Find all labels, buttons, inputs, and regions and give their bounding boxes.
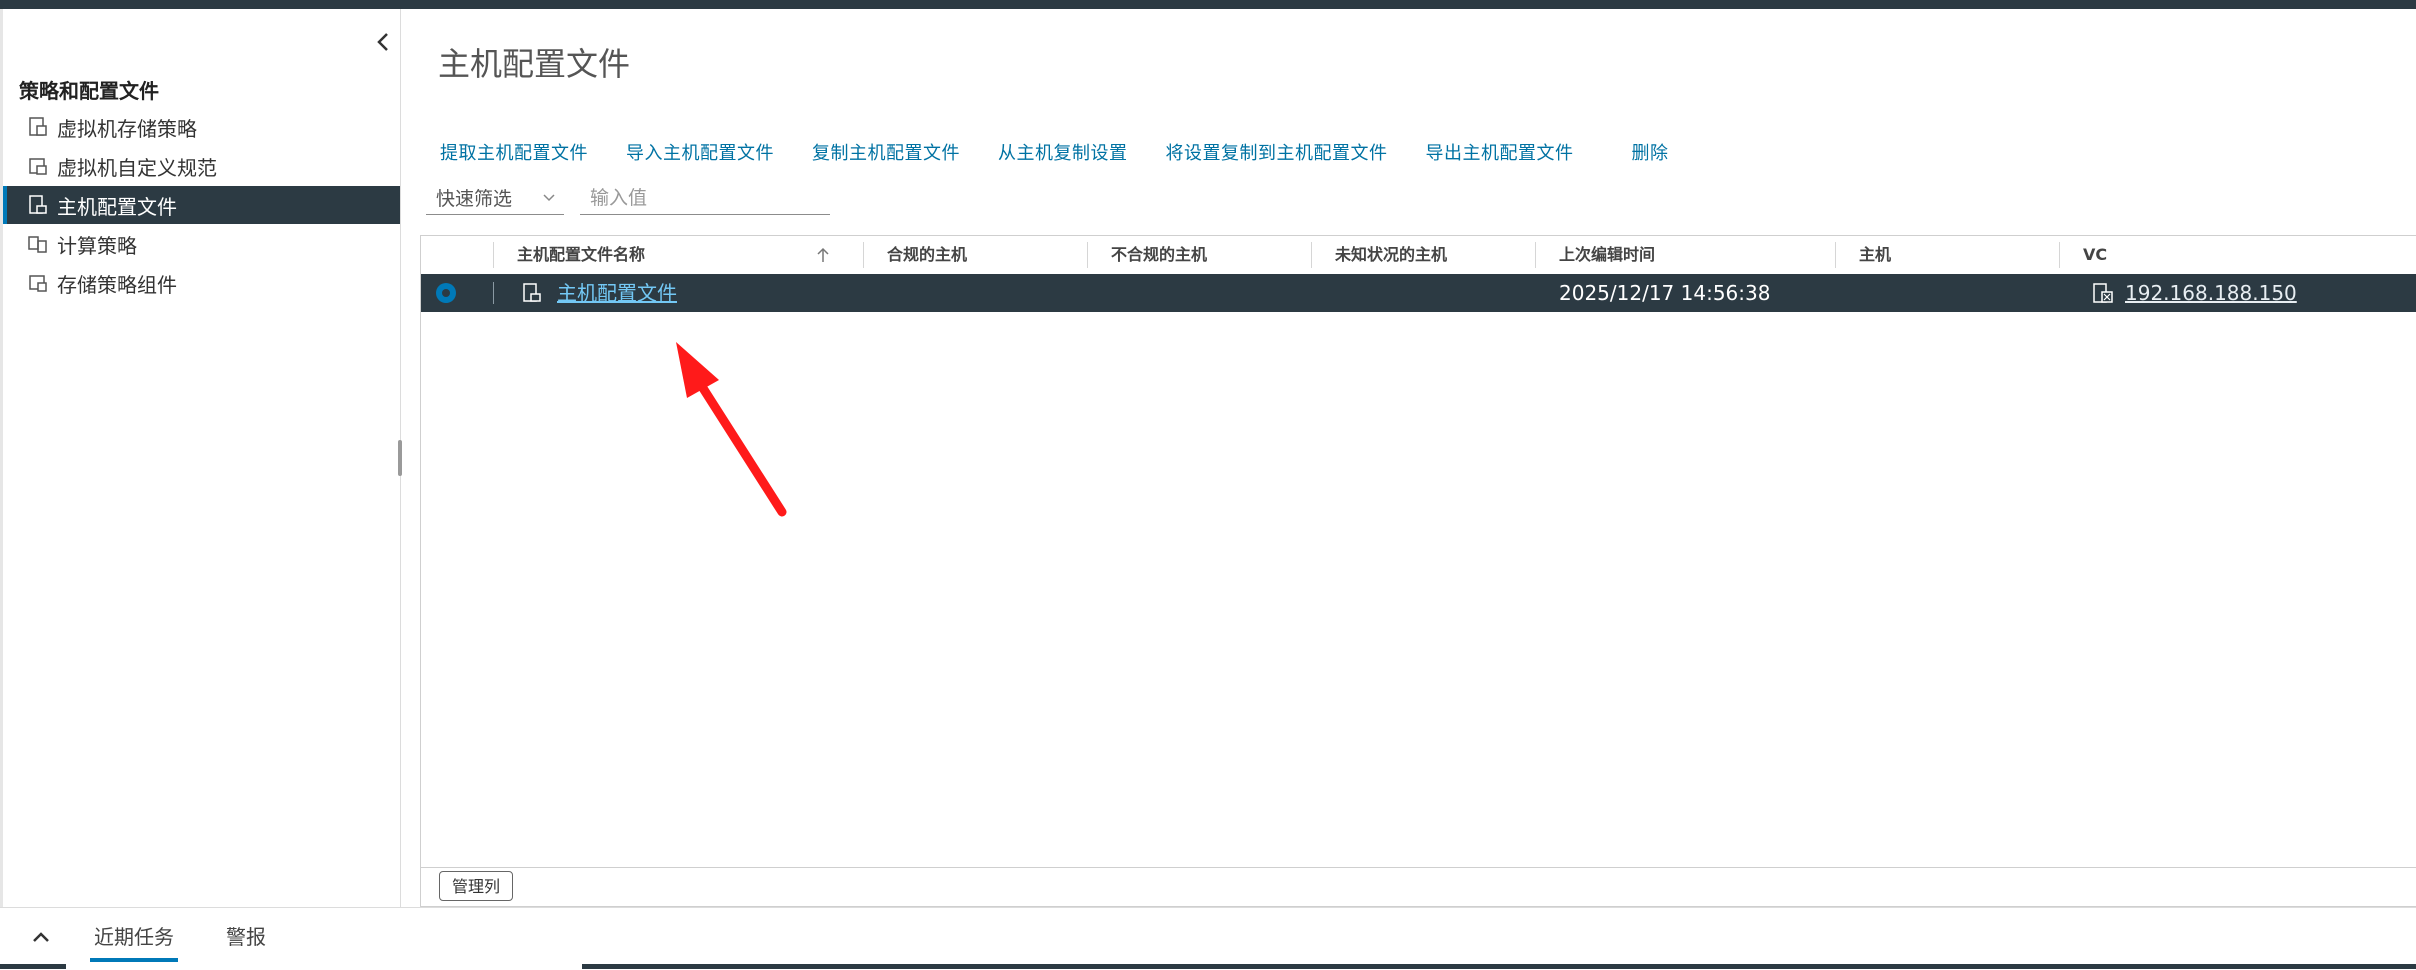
collapse-sidebar-button[interactable] [371,27,395,57]
main-content: 主机配置文件 提取主机配置文件 导入主机配置文件 复制主机配置文件 从主机复制设… [402,9,2416,907]
host-profiles-table: 主机配置文件名称 合规的主机 不合规的主机 未知状况的主机 上次编辑时间 主机 … [420,235,2416,907]
compute-policy-icon [28,236,47,253]
bottom-tasks-bar: 近期任务 警报 [0,907,2416,970]
filter-bar: 快速筛选 [426,181,830,215]
chevron-down-icon [543,193,555,201]
sort-ascending-icon[interactable] [815,246,831,264]
customization-spec-icon [29,158,47,175]
copy-settings-from-host-button[interactable]: 从主机复制设置 [998,139,1128,165]
storage-policy-icon [29,117,47,136]
column-header-hosts[interactable]: 主机 [1835,236,2059,274]
sidebar-item-label: 计算策略 [57,233,137,258]
bottom-edge-bar [582,964,2416,969]
host-profile-icon [29,195,47,214]
extract-host-profile-button[interactable]: 提取主机配置文件 [440,139,588,165]
quick-filter-select[interactable]: 快速筛选 [426,181,564,215]
sidebar-section-title: 策略和配置文件 [19,79,159,103]
sidebar-item-vm-storage-policies[interactable]: 虚拟机存储策略 [3,108,400,146]
sidebar-item-label: 虚拟机存储策略 [57,116,197,141]
tab-recent-tasks[interactable]: 近期任务 [90,922,178,962]
sidebar-item-label: 主机配置文件 [57,194,177,219]
manage-columns-button[interactable]: 管理列 [439,871,514,901]
column-header-name[interactable]: 主机配置文件名称 [493,236,863,274]
table-header: 主机配置文件名称 合规的主机 不合规的主机 未知状况的主机 上次编辑时间 主机 … [421,236,2416,275]
row-select-radio[interactable] [435,282,457,304]
sidebar-item-storage-policy-components[interactable]: 存储策略组件 [3,264,400,302]
last-edited-cell: 2025/12/17 14:56:38 [1559,281,1771,305]
sidebar: 策略和配置文件 虚拟机存储策略 虚拟机自定义规范 主机配置文件 计算策略 存储策… [0,9,401,907]
sidebar-item-label: 存储策略组件 [57,272,177,297]
sidebar-item-host-profiles[interactable]: 主机配置文件 [3,186,400,224]
column-header-noncompliant-hosts[interactable]: 不合规的主机 [1087,236,1311,274]
table-footer: 管理列 [421,867,2416,906]
table-row[interactable]: 主机配置文件 2025/12/17 14:56:38 192.168.188.1… [421,274,2416,312]
column-header-last-edited[interactable]: 上次编辑时间 [1535,236,1835,274]
copy-settings-to-profile-button[interactable]: 将设置复制到主机配置文件 [1166,139,1388,165]
vc-link[interactable]: 192.168.188.150 [2125,274,2297,312]
quick-filter-value: 快速筛选 [436,188,513,210]
tab-alarms[interactable]: 警报 [226,922,266,962]
import-host-profile-button[interactable]: 导入主机配置文件 [626,139,774,165]
sidebar-item-compute-policies[interactable]: 计算策略 [3,225,400,263]
host-profile-name-link[interactable]: 主机配置文件 [557,274,677,312]
export-host-profile-button[interactable]: 导出主机配置文件 [1426,139,1574,165]
sidebar-item-label: 虚拟机自定义规范 [57,155,217,180]
chevron-left-icon [377,33,388,51]
column-header-unknown-hosts[interactable]: 未知状况的主机 [1311,236,1535,274]
chevron-up-icon[interactable] [26,922,56,952]
host-profile-icon [523,283,541,302]
bottom-edge-bar [0,964,66,969]
action-toolbar: 提取主机配置文件 导入主机配置文件 复制主机配置文件 从主机复制设置 将设置复制… [440,139,1707,165]
storage-component-icon [29,275,47,292]
column-header-compliant-hosts[interactable]: 合规的主机 [863,236,1087,274]
sidebar-item-vm-customization-specs[interactable]: 虚拟机自定义规范 [3,147,400,185]
filter-value-input[interactable] [580,181,830,215]
vcenter-icon [2093,283,2113,303]
top-header-bar [0,0,2416,9]
row-divider [493,282,494,304]
column-header-vc[interactable]: VC [2059,236,2359,274]
page-title: 主机配置文件 [438,45,631,83]
delete-button[interactable]: 删除 [1632,139,1669,165]
duplicate-host-profile-button[interactable]: 复制主机配置文件 [812,139,960,165]
